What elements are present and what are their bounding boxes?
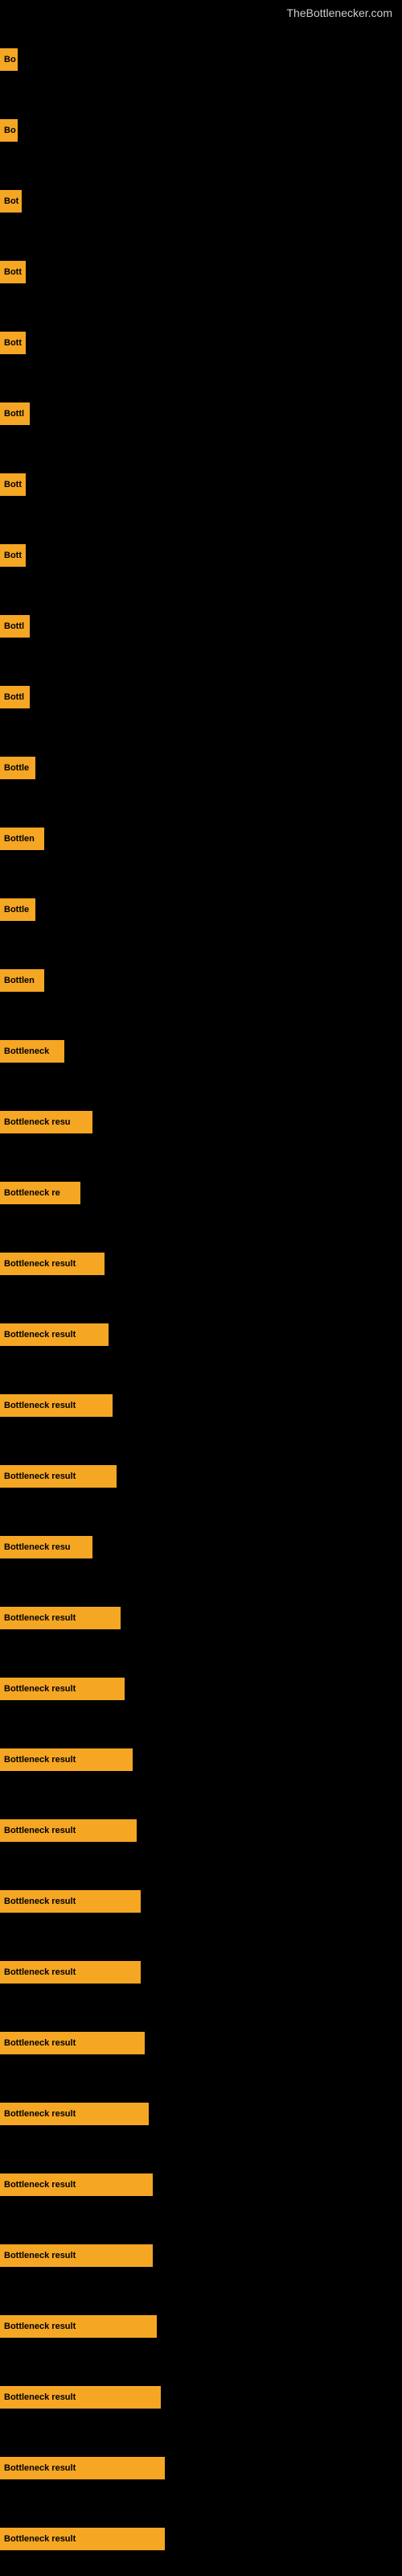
bar-row: Bott xyxy=(0,237,402,308)
bar-row: Bottleneck resu xyxy=(0,1512,402,1583)
bar-row: Bottleneck result xyxy=(0,1441,402,1512)
bar-label: Bottl xyxy=(0,686,30,708)
bar-label: Bottleneck resu xyxy=(0,1536,92,1558)
bar-label: Bottleneck result xyxy=(0,2315,157,2338)
bar-row: Bottleneck result xyxy=(0,2362,402,2433)
bar-label: Bottle xyxy=(0,898,35,921)
bar-label: Bottleneck result xyxy=(0,1323,109,1346)
bar-row: Bottl xyxy=(0,378,402,449)
bar-row: Bottle xyxy=(0,874,402,945)
site-title: TheBottlenecker.com xyxy=(286,0,402,23)
bar-label: Bott xyxy=(0,332,26,354)
bar-label: Bottleneck result xyxy=(0,2528,165,2550)
bar-label: Bottlen xyxy=(0,828,44,850)
bar-row: Bott xyxy=(0,449,402,520)
bar-row: Bottl xyxy=(0,662,402,733)
bar-label: Bottleneck result xyxy=(0,1678,125,1700)
bar-label: Bottleneck result xyxy=(0,1607,121,1629)
bar-row: Bottleneck result xyxy=(0,2220,402,2291)
bar-label: Bottleneck resu xyxy=(0,1111,92,1133)
bar-label: Bottleneck result xyxy=(0,1394,113,1417)
bar-row: Bottl xyxy=(0,591,402,662)
bar-label: Bo xyxy=(0,48,18,71)
bar-label: Bottle xyxy=(0,757,35,779)
bar-row: Bottleneck result xyxy=(0,2504,402,2574)
bar-label: Bottleneck re xyxy=(0,1182,80,1204)
bar-row: Bottleneck result xyxy=(0,1937,402,2008)
bar-row: Bot xyxy=(0,166,402,237)
bar-row: Bottleneck result xyxy=(0,1866,402,1937)
bar-row: Bottleneck result xyxy=(0,1795,402,1866)
bar-row: Bottleneck result xyxy=(0,2149,402,2220)
bar-row: Bottlen xyxy=(0,803,402,874)
bar-row: Bottleneck result xyxy=(0,1370,402,1441)
bar-row: Bottleneck result xyxy=(0,2008,402,2079)
bar-label: Bottleneck result xyxy=(0,1890,141,1913)
bar-label: Bott xyxy=(0,473,26,496)
bar-label: Bott xyxy=(0,544,26,567)
bar-row: Bott xyxy=(0,520,402,591)
bar-label: Bottleneck result xyxy=(0,1819,137,1842)
bar-row: Bottleneck resu xyxy=(0,1087,402,1158)
bar-label: Bottl xyxy=(0,615,30,638)
bar-row: Bottleneck xyxy=(0,1016,402,1087)
bar-row: Bottleneck result xyxy=(0,2433,402,2504)
bar-row: Bo xyxy=(0,95,402,166)
bar-label: Bottleneck result xyxy=(0,2032,145,2054)
bar-label: Bo xyxy=(0,119,18,142)
bar-row: Bottleneck re xyxy=(0,1158,402,1228)
bar-label: Bottleneck result xyxy=(0,1961,141,1984)
bar-row: Bottle xyxy=(0,733,402,803)
bar-row: Bottleneck result xyxy=(0,1299,402,1370)
bar-label: Bottleneck result xyxy=(0,2103,149,2125)
bar-label: Bottleneck result xyxy=(0,1465,117,1488)
bar-row: Bottleneck result xyxy=(0,2291,402,2362)
bar-label: Bottleneck result xyxy=(0,2457,165,2479)
bar-row: Bo xyxy=(0,24,402,95)
bar-row: Bottleneck result xyxy=(0,1583,402,1653)
bars-container: Bo Bo Bot Bott Bott Bottl Bott Bott Bottl Bottl Bo… xyxy=(0,0,402,2574)
bar-row: Bottleneck result xyxy=(0,1724,402,1795)
bar-row: Bottleneck result xyxy=(0,2079,402,2149)
bar-row: Bottleneck result xyxy=(0,1228,402,1299)
bar-label: Bottleneck result xyxy=(0,1253,105,1275)
bar-label: Bottleneck result xyxy=(0,1748,133,1771)
bar-label: Bot xyxy=(0,190,22,213)
bar-label: Bott xyxy=(0,261,26,283)
bar-label: Bottlen xyxy=(0,969,44,992)
bar-label: Bottleneck result xyxy=(0,2244,153,2267)
bar-label: Bottleneck xyxy=(0,1040,64,1063)
bar-row: Bott xyxy=(0,308,402,378)
bar-row: Bottlen xyxy=(0,945,402,1016)
bar-row: Bottleneck result xyxy=(0,1653,402,1724)
bar-label: Bottl xyxy=(0,402,30,425)
bar-label: Bottleneck result xyxy=(0,2174,153,2196)
bar-label: Bottleneck result xyxy=(0,2386,161,2409)
